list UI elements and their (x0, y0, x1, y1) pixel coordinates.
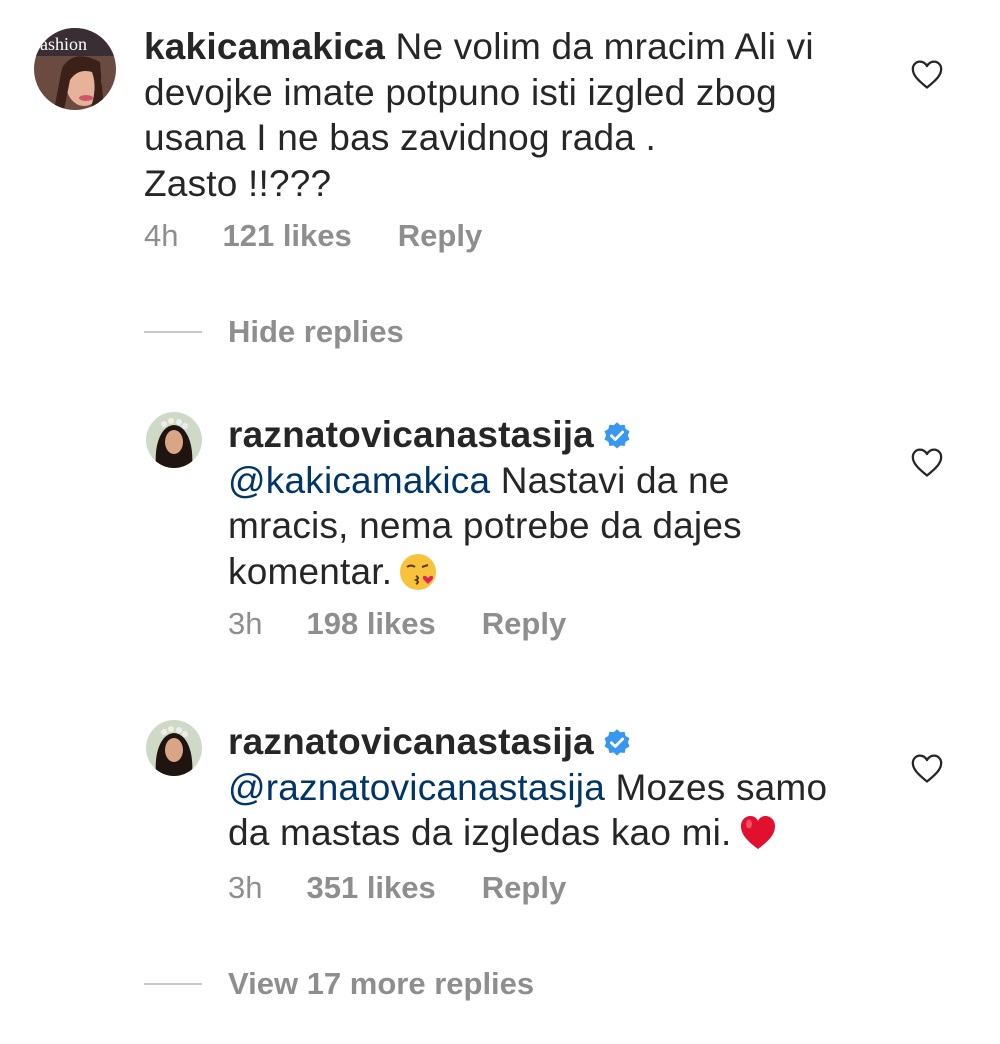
reply-2-mention[interactable]: @raznatovicanastasija (228, 767, 605, 808)
reply-2-body: raznatovicanastasija @raznatovicanastasi… (228, 719, 908, 856)
avatar-raznatovicanastasija[interactable] (146, 412, 202, 468)
reply-2-text-line1: Mozes samo (605, 766, 828, 808)
hide-replies-button[interactable]: Hide replies (144, 314, 404, 350)
comment-likes[interactable]: 121 likes (222, 218, 351, 254)
reply-2-reply-button[interactable]: Reply (482, 870, 566, 906)
verified-badge-icon (604, 729, 630, 756)
avatar-raznatovicanastasija[interactable] (146, 720, 202, 776)
like-heart-icon[interactable] (910, 752, 944, 784)
avatar-kakicamakica[interactable]: ashion (34, 28, 116, 110)
hide-replies-label: Hide replies (228, 314, 404, 349)
like-heart-icon[interactable] (910, 446, 944, 478)
comment-meta: 4h 121 likes Reply (144, 218, 482, 254)
view-more-replies-label: View 17 more replies (228, 966, 535, 1001)
kissing-face-emoji (400, 553, 437, 590)
reply-2-username[interactable]: raznatovicanastasija (228, 721, 594, 762)
comment-text-rest: devojke imate potpuno isti izgled zbog u… (144, 71, 777, 204)
reply-1-likes[interactable]: 198 likes (306, 606, 435, 642)
comment-reply-button[interactable]: Reply (398, 218, 482, 254)
verified-badge-icon (604, 422, 630, 449)
reply-1-text-line1: Nastavi da ne (490, 459, 730, 501)
reply-2-likes[interactable]: 351 likes (306, 870, 435, 906)
reply-2-meta: 3h 351 likes Reply (228, 870, 566, 906)
reply-1-meta: 3h 198 likes Reply (228, 606, 566, 642)
reply-1-username[interactable]: raznatovicanastasija (228, 414, 594, 455)
reply-1-reply-button[interactable]: Reply (482, 606, 566, 642)
reply-2-text-rest: da mastas da izgledas kao mi. (228, 812, 732, 853)
reply-2-time: 3h (228, 870, 263, 905)
reply-1-body: raznatovicanastasija @kakicamakica Nasta… (228, 412, 888, 594)
divider-line (144, 331, 202, 333)
like-heart-icon[interactable] (910, 58, 944, 90)
comment-body: kakicamakica Ne volim da mracim Ali vi d… (144, 24, 864, 206)
view-more-replies-button[interactable]: View 17 more replies (144, 966, 534, 1002)
divider-line (144, 983, 202, 985)
reply-1-text-rest: mracis, nema potrebe da dajes komentar. (228, 505, 742, 592)
reply-1-mention[interactable]: @kakicamakica (228, 460, 490, 501)
comment-username[interactable]: kakicamakica (144, 26, 385, 67)
avatar-logo-text: ashion (40, 34, 87, 54)
reply-1-time: 3h (228, 606, 263, 641)
comment-text-line1: Ne volim da mracim Ali vi (395, 26, 814, 67)
red-heart-emoji (740, 816, 775, 849)
comment-time: 4h (144, 218, 179, 253)
